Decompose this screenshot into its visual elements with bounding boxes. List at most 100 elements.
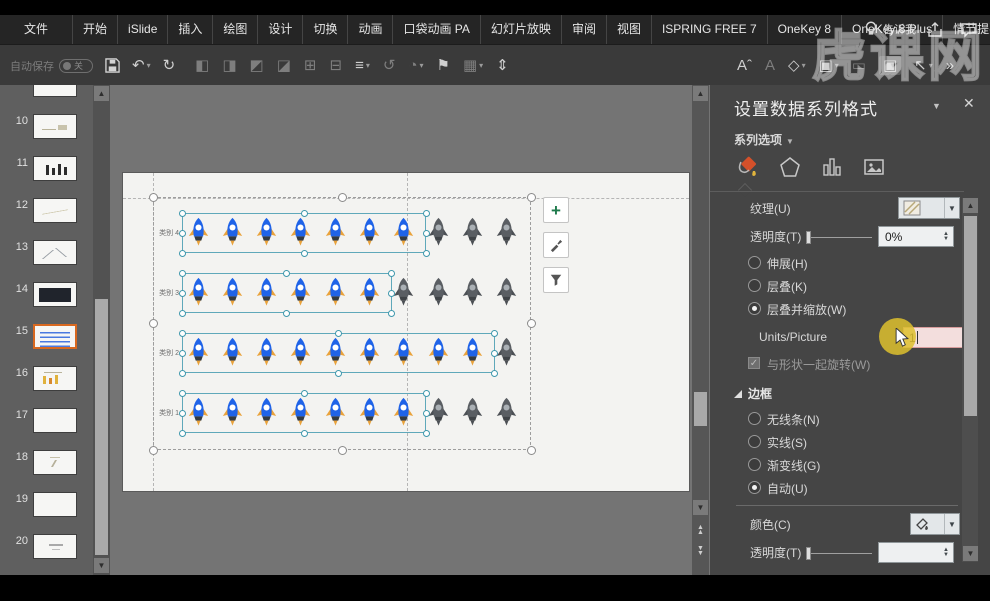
copy-icon[interactable]: ◩ xyxy=(250,58,264,73)
menu-tab-12[interactable]: ISPRING FREE 7 xyxy=(651,15,767,44)
slide-thumbnail-14[interactable] xyxy=(33,282,77,307)
series-handle[interactable] xyxy=(423,430,430,437)
quick-style-icon[interactable]: ◔▾ xyxy=(408,58,423,73)
chart-selection-handle[interactable] xyxy=(527,319,536,328)
chart-selection-handle[interactable] xyxy=(149,193,158,202)
series-handle[interactable] xyxy=(283,270,290,277)
series-selection-box[interactable] xyxy=(182,273,392,313)
chart-selection-handle[interactable] xyxy=(527,446,536,455)
spinner-arrows-icon[interactable]: ▲▼ xyxy=(939,232,953,242)
texture-dropdown-icon[interactable]: ▼ xyxy=(944,198,959,218)
series-handle[interactable] xyxy=(301,390,308,397)
pane-scroll-down-icon[interactable]: ▼ xyxy=(963,546,978,561)
series-selection-box[interactable] xyxy=(182,213,426,253)
menu-tab-8[interactable]: 口袋动画 PA xyxy=(392,15,479,44)
slide-thumbnail-partial[interactable] xyxy=(33,85,77,97)
series-handle[interactable] xyxy=(423,390,430,397)
pictogram-chart[interactable]: 类别 4 xyxy=(123,173,689,491)
tell-me[interactable]: 告诉我 xyxy=(862,20,916,38)
add-chart-element-icon[interactable]: + xyxy=(543,197,569,223)
radio-border-3[interactable] xyxy=(748,481,761,494)
menu-tab-5[interactable]: 设计 xyxy=(257,15,302,44)
slide-thumbnail-15[interactable] xyxy=(33,324,77,349)
shape-edit-icon[interactable]: ◇▾ xyxy=(788,58,806,73)
texture-button[interactable]: ▼ xyxy=(898,197,960,219)
chart-selection-handle[interactable] xyxy=(338,193,347,202)
radio-border-2[interactable] xyxy=(748,458,761,471)
series-handle[interactable] xyxy=(388,290,395,297)
slide-thumbnail-16[interactable] xyxy=(33,366,77,391)
series-handle[interactable] xyxy=(491,350,498,357)
series-handle[interactable] xyxy=(335,370,342,377)
undo-icon[interactable]: ↶▾ xyxy=(132,58,151,73)
align-icon[interactable]: ≡▾ xyxy=(355,58,370,73)
radio-border-1[interactable] xyxy=(748,435,761,448)
canvas-scroll-up-icon[interactable]: ▲ xyxy=(693,86,708,101)
rotate-with-shape-checkbox[interactable]: ✓ xyxy=(748,357,760,369)
series-selection-box[interactable] xyxy=(182,393,426,433)
series-handle[interactable] xyxy=(301,430,308,437)
slide-thumbnail-12[interactable] xyxy=(33,198,77,223)
fill-transparency-slider[interactable] xyxy=(808,237,872,238)
shape-fill-icon[interactable]: ▣▾ xyxy=(819,58,839,73)
series-handle[interactable] xyxy=(179,370,186,377)
more-icon[interactable]: » xyxy=(946,58,954,73)
slide-editing-area[interactable]: 类别 4 xyxy=(122,172,690,492)
border-section-header[interactable]: 边框 xyxy=(734,385,772,402)
new-slide-icon[interactable]: ⊞ xyxy=(304,58,317,73)
format-painter-icon[interactable]: ◪ xyxy=(277,58,291,73)
series-handle[interactable] xyxy=(423,210,430,217)
canvas-scrollbar[interactable]: ▲ ▼ ▲▲ ▼▼ xyxy=(692,85,709,575)
menu-tab-6[interactable]: 切换 xyxy=(302,15,347,44)
slide-thumbnail-10[interactable] xyxy=(33,114,77,139)
rocket-empty-icon[interactable] xyxy=(493,277,520,309)
menu-tab-1[interactable]: 开始 xyxy=(72,15,117,44)
series-handle[interactable] xyxy=(283,310,290,317)
series-selection-box[interactable] xyxy=(182,333,495,373)
chart-style-icon[interactable] xyxy=(543,232,569,258)
comment-icon[interactable] xyxy=(960,21,978,39)
chart-filter-icon[interactable] xyxy=(543,267,569,293)
pane-close-icon[interactable]: ✕ xyxy=(963,95,975,112)
radio-border-0[interactable] xyxy=(748,412,761,425)
series-handle[interactable] xyxy=(423,230,430,237)
slide-thumbnail-19[interactable] xyxy=(33,492,77,517)
slide-thumbnail-11[interactable] xyxy=(33,156,77,181)
grow-font-icon[interactable]: Aˆ xyxy=(737,58,752,73)
menu-tab-4[interactable]: 绘图 xyxy=(212,15,257,44)
series-handle[interactable] xyxy=(179,270,186,277)
series-options-menu[interactable]: 系列选项▼ xyxy=(734,131,794,148)
lock-icon[interactable]: ▣ xyxy=(879,56,901,75)
menu-tab-7[interactable]: 动画 xyxy=(347,15,392,44)
fill-transparency-spinner[interactable]: 0%▲▼ xyxy=(878,226,954,247)
chart-selection-handle[interactable] xyxy=(149,319,158,328)
sidebar-scroll-up-icon[interactable]: ▲ xyxy=(94,86,109,101)
series-handle[interactable] xyxy=(179,310,186,317)
radio-fill-2[interactable] xyxy=(748,302,761,315)
fill-line-icon[interactable] xyxy=(734,153,762,181)
picture-icon[interactable] xyxy=(860,153,888,181)
series-handle[interactable] xyxy=(423,250,430,257)
chart-selection-handle[interactable] xyxy=(338,446,347,455)
previous-slide-icon[interactable]: ▲▲ xyxy=(693,522,708,538)
share-icon[interactable] xyxy=(926,21,944,39)
radio-fill-1[interactable] xyxy=(748,279,761,292)
rocket-empty-icon[interactable] xyxy=(459,397,486,429)
menu-tab-13[interactable]: OneKey 8 xyxy=(767,15,841,44)
pane-scroll-thumb[interactable] xyxy=(964,216,977,416)
rocket-empty-icon[interactable] xyxy=(493,397,520,429)
save-icon[interactable] xyxy=(105,58,120,73)
series-handle[interactable] xyxy=(179,330,186,337)
slide-thumbnail-20[interactable] xyxy=(33,534,77,559)
rocket-empty-icon[interactable] xyxy=(425,277,452,309)
pane-title-dropdown-icon[interactable]: ▼ xyxy=(932,101,941,111)
size-icon[interactable]: ⇕ xyxy=(496,58,509,73)
series-handle[interactable] xyxy=(179,430,186,437)
sidebar-scroll-thumb[interactable] xyxy=(95,299,108,555)
autosave-toggle[interactable]: 自动保存 关 xyxy=(10,58,93,74)
series-handle[interactable] xyxy=(179,210,186,217)
sidebar-scrollbar[interactable]: ▲ ▼ xyxy=(93,85,110,575)
select-icon[interactable]: ↖▾ xyxy=(914,58,933,73)
rocket-empty-icon[interactable] xyxy=(493,217,520,249)
paste-icon[interactable]: ◧ xyxy=(195,58,209,73)
